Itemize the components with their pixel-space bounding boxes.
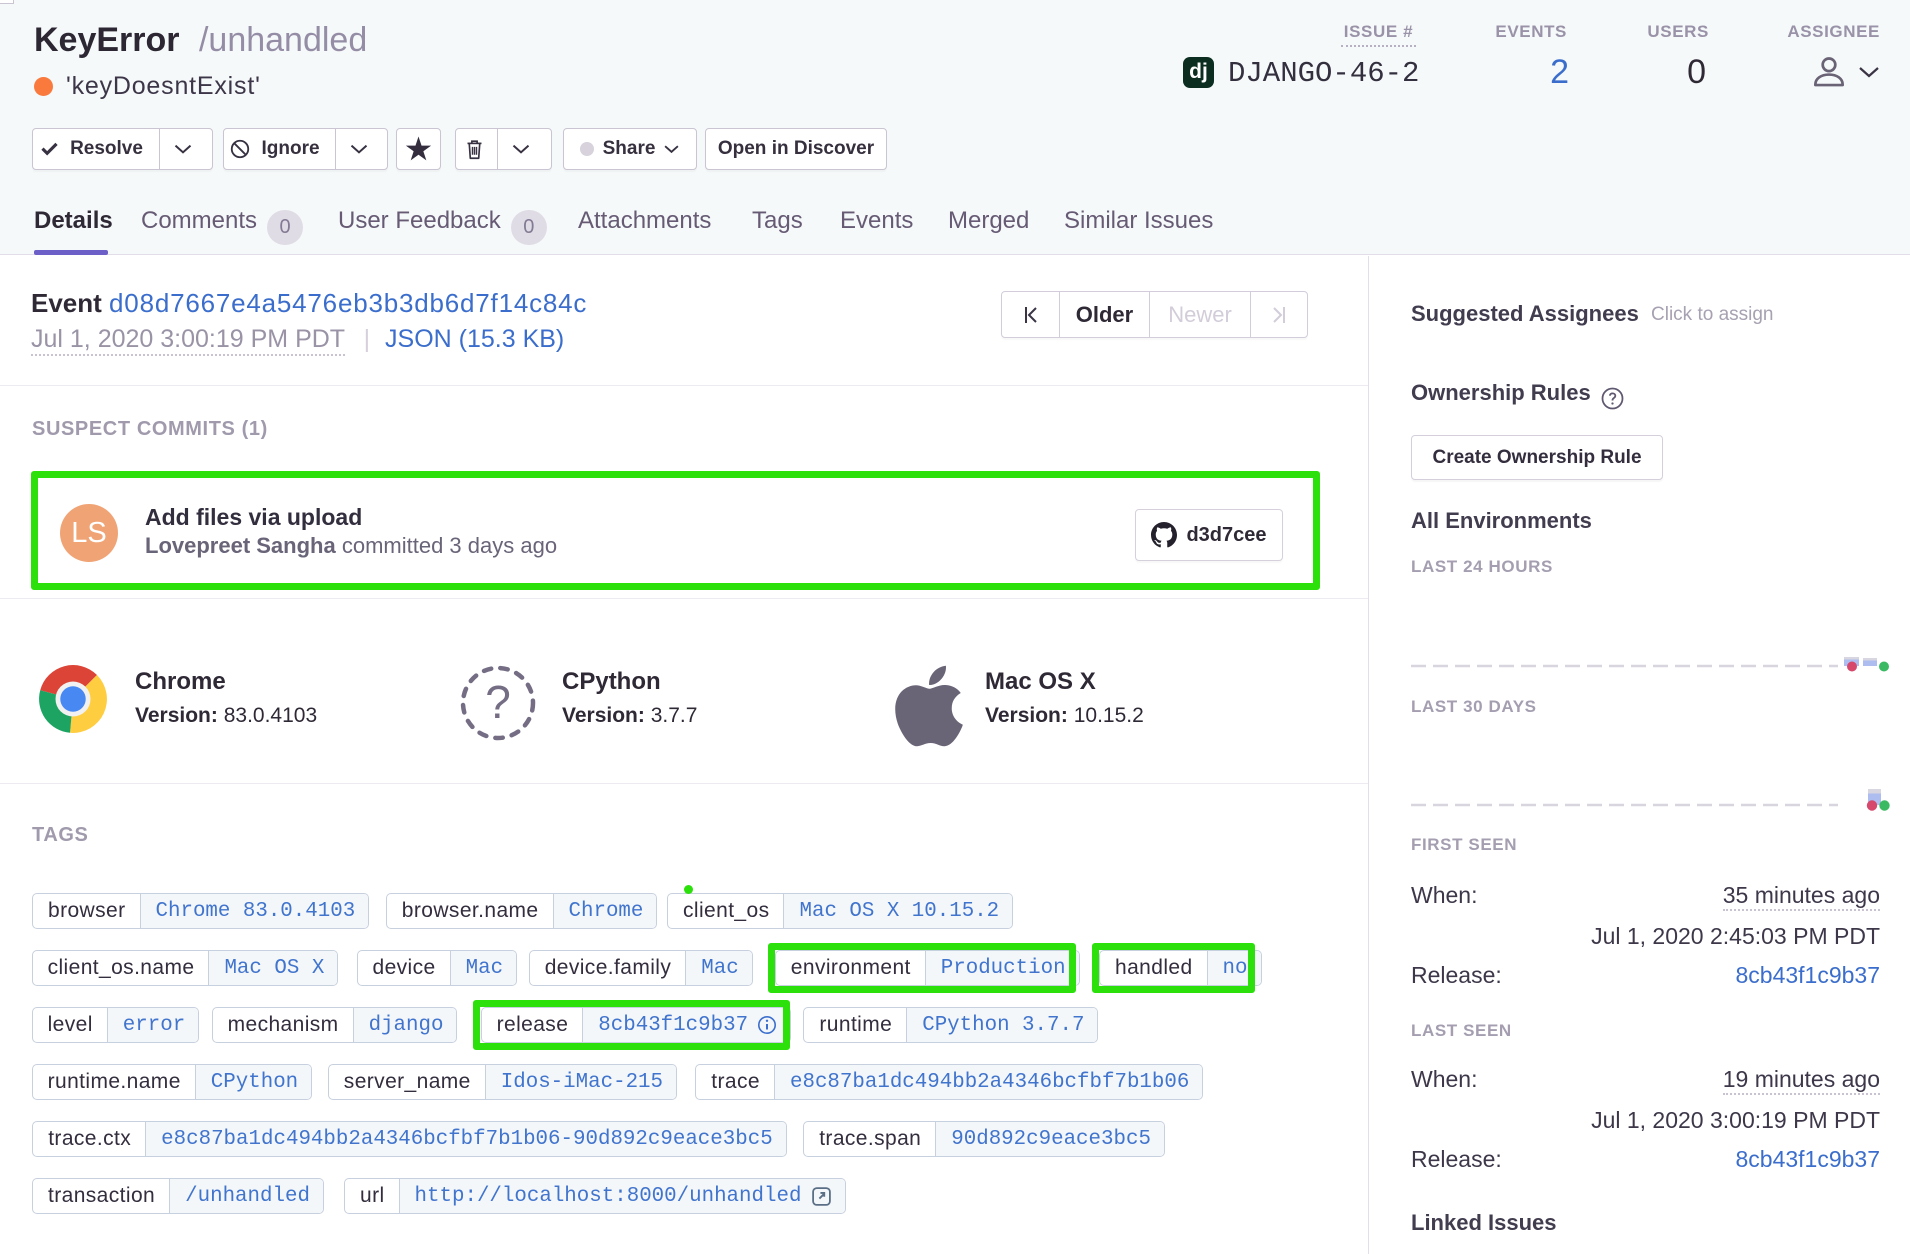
svg-text:?: ? [485,676,511,728]
